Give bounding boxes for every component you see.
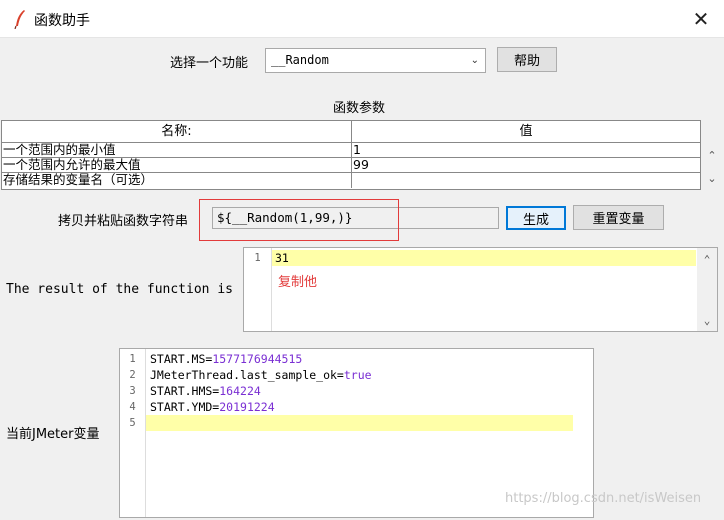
table-row[interactable]: 存储结果的变量名（可选） [2,173,700,188]
var-line[interactable]: START.HMS=164224 [150,384,261,398]
line-number: 4 [129,401,136,413]
var-key: START.MS= [150,352,213,366]
annotation-box [199,199,399,241]
title-bar: 函数助手 ✕ [0,0,724,38]
params-scrollbar[interactable]: ⌃ ⌄ [702,144,722,190]
params-table: 名称: 值 一个范围内的最小值 1 一个范围内允许的最大值 99 存储结果的变量… [1,120,701,190]
result-scrollbar[interactable]: ⌃ ⌄ [697,248,717,331]
function-select[interactable]: __Random ⌄ [265,48,486,73]
chevron-down-icon: ⌄ [470,55,479,66]
scroll-down-icon[interactable]: ⌄ [698,312,716,328]
var-line[interactable]: START.MS=1577176944515 [150,352,302,366]
line-gutter: 1 2 3 4 5 [120,349,146,517]
table-row[interactable]: 一个范围内的最小值 1 [2,143,700,158]
scroll-up-icon[interactable]: ⌃ [703,147,721,163]
var-value: 20191224 [219,400,275,414]
jmeter-vars-label: 当前JMeter变量 [6,427,100,442]
watermark: https://blog.csdn.net/isWeisen [505,491,702,506]
line-number: 2 [129,369,136,381]
var-value: 1577176944515 [212,352,303,366]
param-value-cell[interactable]: 99 [352,158,700,173]
scroll-down-icon[interactable]: ⌄ [703,170,721,186]
result-value[interactable]: 31 [275,251,289,265]
line-number: 1 [129,353,136,365]
function-select-label: 选择一个功能 [170,56,249,71]
params-section-title: 函数参数 [333,101,386,116]
close-icon[interactable]: ✕ [678,0,724,38]
current-line-highlight [146,415,573,431]
help-button[interactable]: 帮助 [497,47,557,72]
line-gutter: 1 [244,248,272,331]
reset-variables-button[interactable]: 重置变量 [573,205,664,230]
window-title: 函数助手 [34,13,90,29]
copy-annotation-note: 复制他 [278,275,318,290]
column-header-name[interactable]: 名称: [2,121,352,143]
param-name-cell[interactable]: 一个范围内的最小值 [2,143,352,158]
function-select-value: __Random [271,53,329,67]
var-key: JMeterThread.last_sample_ok= [150,368,344,382]
param-name-cell[interactable]: 一个范围内允许的最大值 [2,158,352,173]
var-value: 164224 [219,384,261,398]
param-name-cell[interactable]: 存储结果的变量名（可选） [2,173,352,188]
line-number: 3 [129,385,136,397]
scroll-up-icon[interactable]: ⌃ [698,251,716,267]
current-line-highlight [272,250,696,266]
result-label: The result of the function is [6,282,233,297]
column-header-value[interactable]: 值 [352,121,700,143]
var-line[interactable]: START.YMD=20191224 [150,400,275,414]
generate-button[interactable]: 生成 [506,206,566,230]
param-value-cell[interactable]: 1 [352,143,700,158]
var-value: true [343,368,372,382]
var-key: START.YMD= [150,400,220,414]
var-line[interactable]: JMeterThread.last_sample_ok=true [150,368,372,382]
param-value-cell[interactable] [352,173,700,188]
var-key: START.HMS= [150,384,220,398]
line-number: 5 [129,417,136,429]
line-number: 1 [254,252,261,264]
feather-app-icon [14,10,25,29]
function-string-label: 拷贝并粘贴函数字符串 [58,214,189,229]
table-row[interactable]: 一个范围内允许的最大值 99 [2,158,700,173]
